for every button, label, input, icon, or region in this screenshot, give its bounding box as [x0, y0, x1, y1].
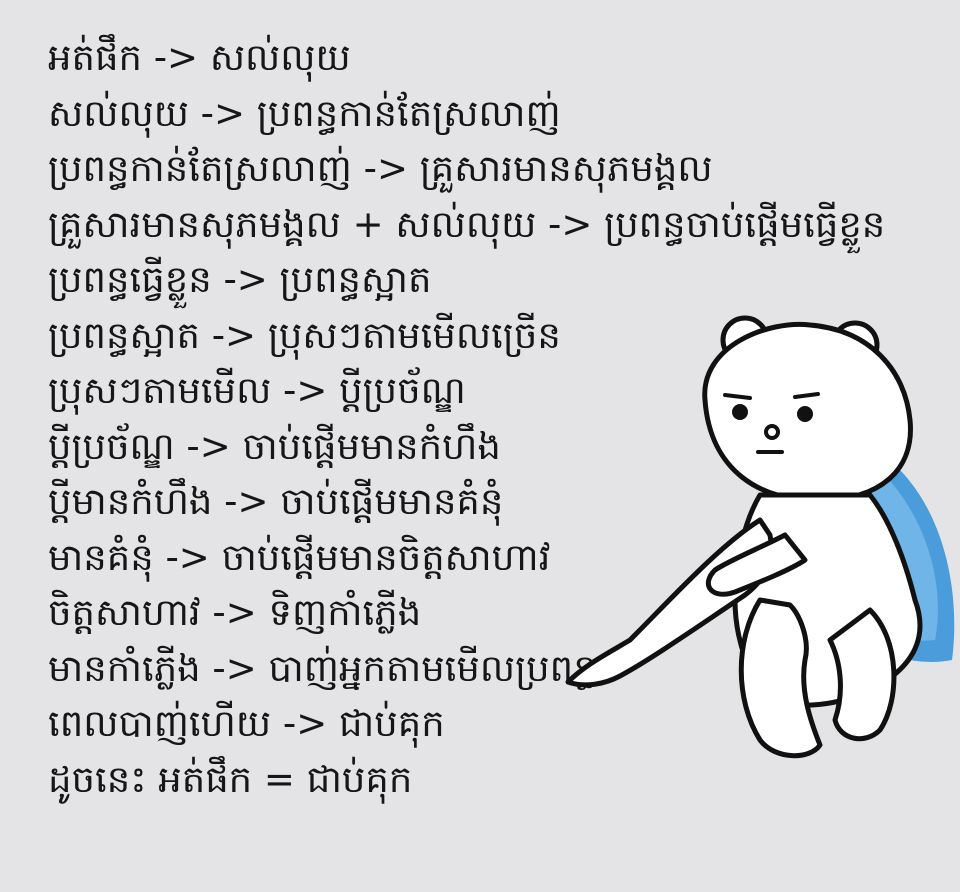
- bear-illustration: [565, 315, 955, 759]
- bear-eye-right: [797, 406, 813, 422]
- text-line: អត់ផឹក -> សល់លុយ: [48, 36, 351, 79]
- text-line: សល់លុយ -> ប្រពន្ធកាន់តែស្រលាញ់: [48, 91, 561, 135]
- meme-image: អត់ផឹក -> សល់លុយ សល់លុយ -> ប្រពន្ធកាន់តែ…: [0, 0, 960, 892]
- text-line: គ្រួសារមានសុភមង្គល + សល់លុយ -> ប្រពន្ធចា…: [48, 202, 886, 246]
- bear-eye-left: [732, 404, 748, 420]
- text-line: ប្រពន្ធកាន់តែស្រលាញ់ -> គ្រួសារមានសុភមង្…: [48, 147, 713, 190]
